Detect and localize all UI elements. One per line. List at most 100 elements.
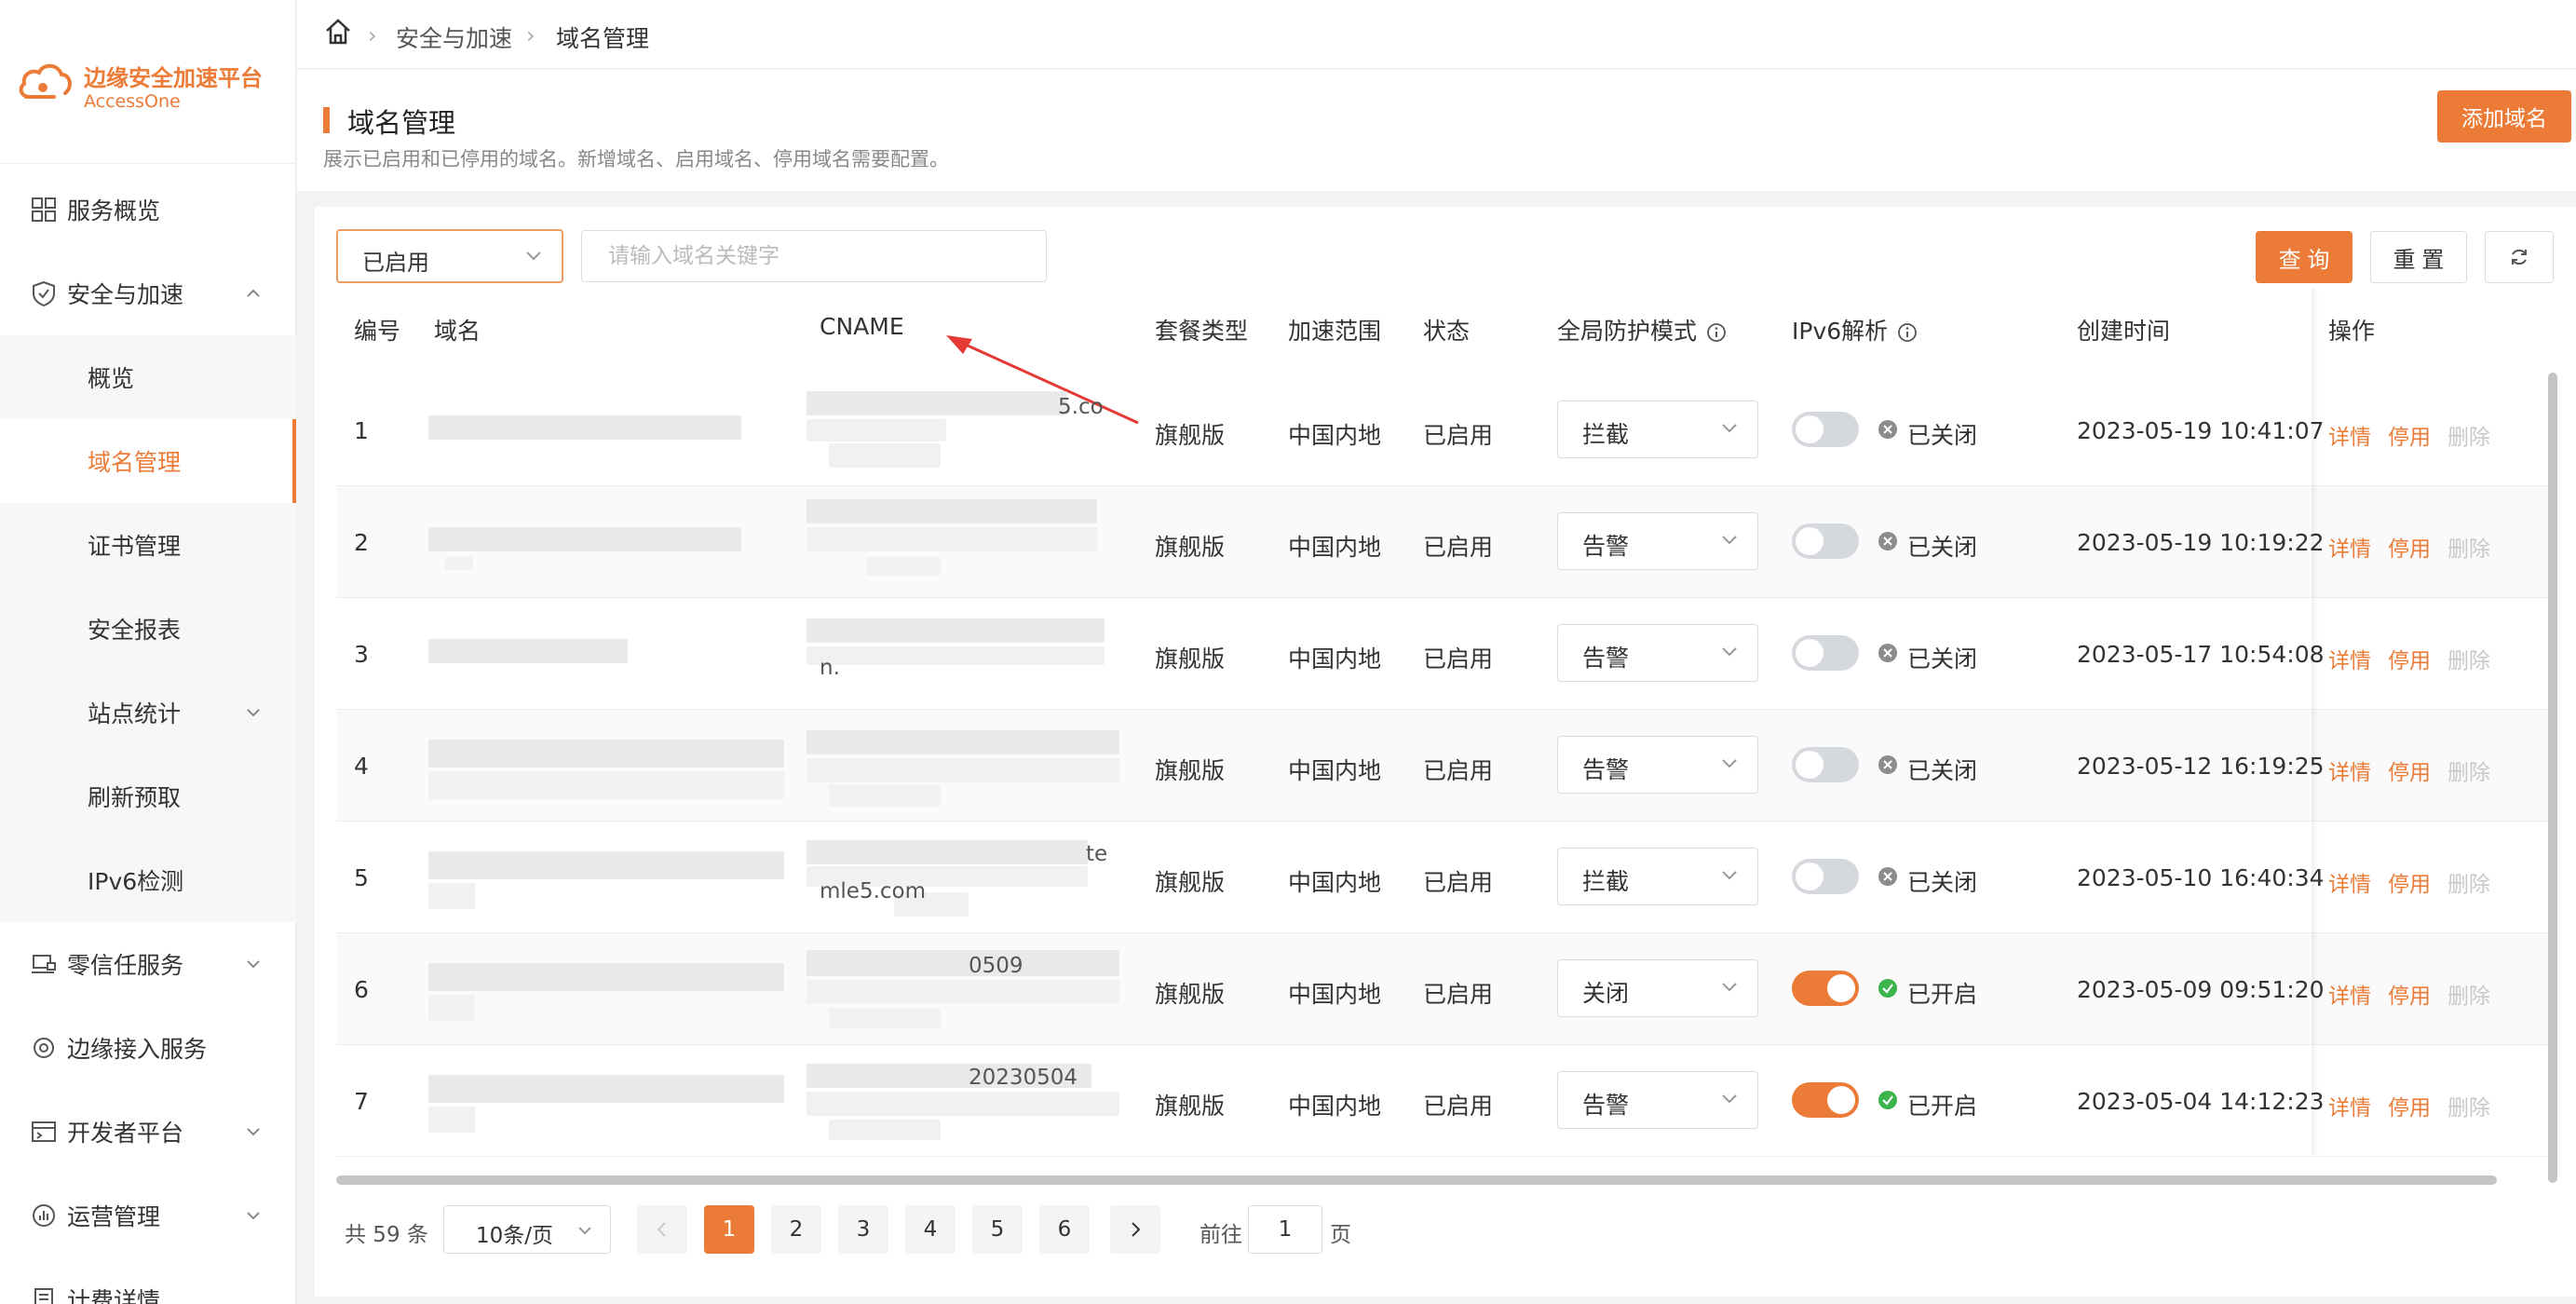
protection-mode-select[interactable]: 告警: [1557, 736, 1758, 794]
delete-link[interactable]: 删除: [2447, 866, 2490, 898]
sidebar-subitem-security-report[interactable]: 安全报表: [0, 587, 296, 671]
sidebar-item-billing[interactable]: 计费详情: [0, 1257, 296, 1304]
disable-link[interactable]: 停用: [2388, 754, 2431, 786]
info-icon[interactable]: [1706, 322, 1727, 343]
chevron-down-icon: [1722, 424, 1737, 433]
protection-mode-select[interactable]: 拦截: [1557, 401, 1758, 458]
delete-link[interactable]: 删除: [2447, 531, 2490, 563]
chart-icon: [33, 1204, 55, 1227]
detail-link[interactable]: 详情: [2328, 978, 2371, 1010]
sidebar-subitem-refresh-prefetch[interactable]: 刷新预取: [0, 754, 296, 838]
sidebar-item-overview[interactable]: 服务概览: [0, 168, 296, 251]
edge-icon: [34, 1038, 54, 1058]
sidebar-subitem-overview[interactable]: 概览: [0, 335, 296, 419]
column-header-plan: 套餐类型: [1155, 318, 1249, 345]
domain-search-input[interactable]: [581, 230, 1047, 282]
redacted-domain: [428, 740, 784, 767]
toggle-knob: [1796, 751, 1824, 779]
sidebar-item-operations[interactable]: 运营管理: [0, 1174, 296, 1257]
breadcrumb-current: 域名管理: [556, 25, 650, 52]
sidebar-item-security-acceleration[interactable]: 安全与加速: [0, 251, 296, 335]
detail-link[interactable]: 详情: [2328, 531, 2371, 563]
delete-link[interactable]: 删除: [2447, 754, 2490, 786]
ipv6-toggle[interactable]: [1792, 859, 1859, 894]
sidebar-subitem-certificates[interactable]: 证书管理: [0, 503, 296, 587]
page-number-button[interactable]: 1: [704, 1205, 754, 1254]
sidebar-subitem-domain-management[interactable]: 域名管理: [0, 419, 296, 503]
redacted-cname: [807, 730, 1119, 754]
detail-link[interactable]: 详情: [2328, 643, 2371, 674]
detail-link[interactable]: 详情: [2328, 1090, 2371, 1121]
page-size-select[interactable]: 10条/页: [443, 1205, 611, 1254]
brand-logo[interactable]: 边缘安全加速平台 AccessOne: [17, 56, 287, 121]
sidebar-item-edge-access[interactable]: 边缘接入服务: [0, 1006, 296, 1090]
detail-link[interactable]: 详情: [2328, 866, 2371, 898]
sidebar-item-label: 开发者平台: [67, 1120, 184, 1147]
ipv6-toggle[interactable]: [1792, 747, 1859, 782]
horizontal-scrollbar[interactable]: [336, 1175, 2497, 1185]
goto-page-input[interactable]: [1248, 1205, 1322, 1254]
redacted-cname: [807, 980, 1119, 1004]
row-scope: 中国内地: [1288, 1093, 1382, 1120]
disable-link[interactable]: 停用: [2388, 866, 2431, 898]
detail-link[interactable]: 详情: [2328, 754, 2371, 786]
row-status: 已启用: [1423, 981, 1494, 1008]
page-number-button[interactable]: 2: [771, 1205, 821, 1254]
protection-mode-select[interactable]: 拦截: [1557, 848, 1758, 905]
prev-page-button[interactable]: [637, 1205, 687, 1254]
vertical-scrollbar[interactable]: [2548, 373, 2557, 1183]
chevron-down-icon: [1722, 983, 1737, 992]
delete-link[interactable]: 删除: [2447, 643, 2490, 674]
ipv6-toggle[interactable]: [1792, 971, 1859, 1006]
row-status: 已启用: [1423, 645, 1494, 672]
query-button[interactable]: 查 询: [2256, 231, 2352, 283]
status-filter-select[interactable]: 已启用: [336, 229, 563, 283]
ipv6-toggle[interactable]: [1792, 1082, 1859, 1118]
sidebar-subitem-site-stats[interactable]: 站点统计: [0, 671, 296, 754]
sidebar-item-label: 零信任服务: [67, 952, 184, 979]
sidebar-subitem-ipv6-check[interactable]: IPv6检测: [0, 838, 296, 922]
row-created-time: 2023-05-19 10:41:07: [2077, 417, 2325, 444]
redacted-domain: [428, 415, 741, 440]
page-title: 域名管理: [347, 107, 456, 139]
home-icon[interactable]: [323, 17, 353, 47]
add-domain-button[interactable]: 添加域名: [2437, 90, 2571, 143]
delete-link[interactable]: 删除: [2447, 419, 2490, 451]
breadcrumb-item[interactable]: 安全与加速: [396, 20, 512, 54]
disable-link[interactable]: 停用: [2388, 419, 2431, 451]
grid-icon: [32, 197, 56, 222]
disable-link[interactable]: 停用: [2388, 643, 2431, 674]
sidebar-item-developer[interactable]: 开发者平台: [0, 1090, 296, 1174]
ipv6-toggle[interactable]: [1792, 412, 1859, 447]
page-number-button[interactable]: 4: [905, 1205, 956, 1254]
protection-mode-select[interactable]: 告警: [1557, 624, 1758, 682]
sidebar: 边缘安全加速平台 AccessOne 服务概览 安全与加速 概览 域名管理 证书…: [0, 0, 296, 1304]
page-number-button[interactable]: 3: [838, 1205, 888, 1254]
row-id: 1: [354, 417, 369, 444]
detail-link[interactable]: 详情: [2328, 419, 2371, 451]
disable-link[interactable]: 停用: [2388, 978, 2431, 1010]
next-page-button[interactable]: [1110, 1205, 1160, 1254]
protection-mode-select[interactable]: 关闭: [1557, 959, 1758, 1017]
disable-link[interactable]: 停用: [2388, 1090, 2431, 1121]
chevron-down-icon: [247, 1212, 260, 1220]
sidebar-item-zero-trust[interactable]: 零信任服务: [0, 922, 296, 1006]
info-icon[interactable]: [1897, 322, 1918, 343]
refresh-button[interactable]: [2485, 231, 2554, 283]
protection-mode-value: 告警: [1582, 756, 1630, 783]
protection-mode-select[interactable]: 告警: [1557, 512, 1758, 570]
delete-link[interactable]: 删除: [2447, 978, 2490, 1010]
delete-link[interactable]: 删除: [2447, 1090, 2490, 1121]
ipv6-toggle[interactable]: [1792, 635, 1859, 671]
sidebar-subitem-label: IPv6检测: [88, 868, 184, 895]
protection-mode-select[interactable]: 告警: [1557, 1071, 1758, 1129]
disable-link[interactable]: 停用: [2388, 531, 2431, 563]
page-number-button[interactable]: 6: [1039, 1205, 1090, 1254]
page-number-button[interactable]: 5: [972, 1205, 1023, 1254]
column-header-scope: 加速范围: [1288, 318, 1382, 345]
column-header-actions: 操作: [2328, 318, 2376, 345]
ipv6-toggle[interactable]: [1792, 523, 1859, 559]
reset-button[interactable]: 重 置: [2370, 231, 2467, 283]
close-circle-icon: [1878, 755, 1897, 774]
redacted-domain: [428, 851, 784, 879]
